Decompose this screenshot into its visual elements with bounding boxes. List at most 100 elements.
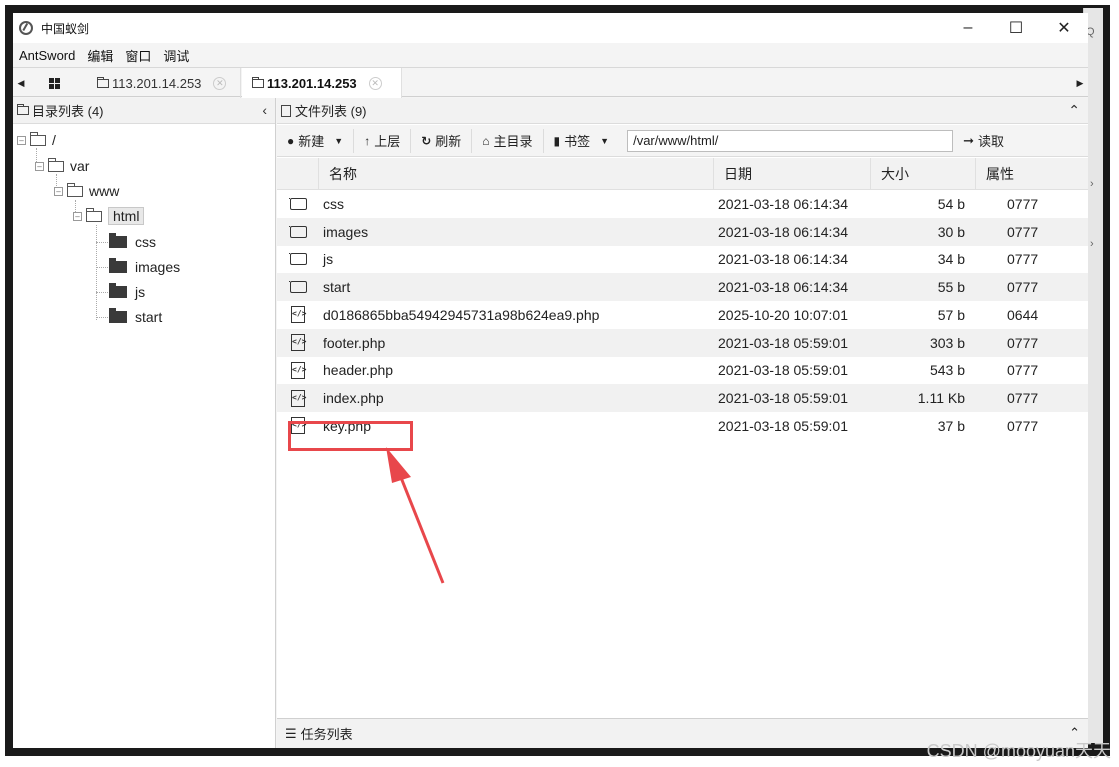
tree-node-www[interactable]: – www xyxy=(54,181,119,201)
file-name: header.php xyxy=(323,362,394,379)
read-button[interactable]: ➞ 读取 xyxy=(963,131,1004,150)
file-attr: 0777 xyxy=(1007,362,1039,379)
file-size: 1.11 Kb xyxy=(917,390,965,407)
folder-open-icon xyxy=(30,131,46,146)
file-date: 2021-03-18 06:14:34 xyxy=(718,195,848,212)
table-row[interactable]: </> footer.php 2021-03-18 05:59:01 303 b 077… xyxy=(277,328,1088,357)
antsword-window: 中国蚁剑 – ☐ ✕ AntSword 编辑 窗口 调试 ◀ 113.201.1… xyxy=(13,13,1088,748)
file-attr: 0777 xyxy=(1007,417,1039,434)
table-row[interactable]: start 2021-03-18 06:14:34 55 b 0777 xyxy=(277,273,1088,301)
folder-open-icon xyxy=(48,157,64,172)
column-attr[interactable]: 属性 xyxy=(976,158,1088,189)
collapse-icon[interactable]: – xyxy=(54,186,63,196)
file-date: 2021-03-18 06:14:34 xyxy=(718,251,848,268)
menu-bar: AntSword 编辑 窗口 调试 xyxy=(13,44,1088,66)
file-size: 303 b xyxy=(929,334,965,351)
folder-icon xyxy=(109,308,127,323)
directory-panel: 目录列表 (4) ‹ – / – var – www – html css im… xyxy=(13,98,276,748)
up-button[interactable]: ↑ 上层 xyxy=(354,128,412,153)
menu-debug[interactable]: 调试 xyxy=(157,46,195,65)
menu-edit[interactable]: 编辑 xyxy=(81,46,119,65)
tree-node-html[interactable]: – html xyxy=(73,206,145,226)
table-row[interactable]: </> header.php 2021-03-18 05:59:01 543 b 077… xyxy=(277,357,1088,385)
tree-node-css[interactable]: css xyxy=(109,232,156,252)
folder-icon xyxy=(289,281,307,294)
tab-scroll-left-icon[interactable]: ◀ xyxy=(13,68,29,98)
maximize-button[interactable]: ☐ xyxy=(992,13,1040,43)
tab-close-icon[interactable]: ✕ xyxy=(213,76,227,90)
table-row[interactable]: js 2021-03-18 06:14:34 34 b 0777 xyxy=(277,246,1088,274)
folder-icon xyxy=(289,197,307,210)
file-attr: 0644 xyxy=(1007,306,1039,323)
folder-icon xyxy=(289,225,307,238)
highlight-box xyxy=(288,421,413,451)
collapse-icon[interactable]: – xyxy=(73,211,82,221)
file-date: 2021-03-18 05:59:01 xyxy=(718,417,848,434)
menu-window[interactable]: 窗口 xyxy=(119,46,157,65)
tab-scroll-right-icon[interactable]: ▶ xyxy=(1072,68,1088,98)
collapse-icon[interactable]: – xyxy=(17,135,26,145)
file-name: index.php xyxy=(323,390,384,407)
chevron-right-icon: › xyxy=(1090,178,1094,190)
tree-node-images[interactable]: images xyxy=(109,257,180,277)
folder-icon xyxy=(17,104,29,115)
table-row[interactable]: css 2021-03-18 06:14:34 54 b 0777 xyxy=(277,190,1088,218)
file-date: 2021-03-18 06:14:34 xyxy=(718,279,848,296)
file-size: 543 b xyxy=(929,362,965,379)
antsword-logo-icon xyxy=(19,21,33,35)
column-name[interactable]: 名称 xyxy=(319,158,714,189)
table-row[interactable]: </> index.php 2021-03-18 05:59:01 1.11 Kb 07… xyxy=(277,384,1088,412)
file-date: 2021-03-18 05:59:01 xyxy=(718,334,848,351)
tree-node-var[interactable]: – var xyxy=(35,156,89,176)
file-attr: 0777 xyxy=(1007,195,1039,212)
chevron-right-icon: › xyxy=(1090,238,1094,250)
home-icon: ⌂ xyxy=(482,133,490,148)
directory-panel-header: 目录列表 (4) ‹ xyxy=(13,98,275,124)
tab-connection-1[interactable]: 113.201.14.253 ✕ xyxy=(87,68,241,98)
tab-close-icon[interactable]: ✕ xyxy=(368,76,382,90)
collapse-up-icon[interactable]: ⌃ xyxy=(1068,102,1080,119)
php-file-icon: </> xyxy=(291,306,306,324)
bookmark-icon: ▮ xyxy=(553,133,561,148)
caret-down-icon: ▼ xyxy=(600,135,610,146)
file-panel-header: 文件列表 (9) ⌃ xyxy=(277,98,1088,124)
tab-bar: ◀ 113.201.14.253 ✕ 113.201.14.253 ✕ ▶ xyxy=(13,67,1088,98)
file-name: footer.php xyxy=(323,334,386,351)
minimize-button[interactable]: – xyxy=(944,13,992,43)
new-button[interactable]: ● 新建 ▼ xyxy=(277,128,355,153)
folder-icon xyxy=(97,76,109,88)
file-date: 2021-03-18 05:59:01 xyxy=(718,362,848,379)
file-size: 30 b xyxy=(937,223,965,240)
home-button[interactable]: ⌂ 主目录 xyxy=(472,128,544,153)
tree-node-start[interactable]: start xyxy=(109,307,162,327)
tree-node-root[interactable]: – / xyxy=(17,130,56,150)
bookmark-button[interactable]: ▮ 书签 ▼ xyxy=(544,129,620,153)
file-attr: 0777 xyxy=(1007,251,1039,268)
tab-home[interactable] xyxy=(35,68,73,98)
tab-label: 113.201.14.253 xyxy=(112,75,202,91)
close-button[interactable]: ✕ xyxy=(1040,13,1088,43)
refresh-button[interactable]: ↻ 刷新 xyxy=(411,128,473,153)
column-date[interactable]: 日期 xyxy=(714,158,871,189)
title-bar: 中国蚁剑 – ☐ ✕ xyxy=(13,13,1088,43)
collapse-icon[interactable]: – xyxy=(35,161,44,171)
window-title: 中国蚁剑 xyxy=(41,21,90,36)
file-attr: 0777 xyxy=(1007,223,1039,240)
path-input[interactable] xyxy=(627,129,954,152)
file-size: 34 b xyxy=(937,251,965,268)
menu-antsword[interactable]: AntSword xyxy=(13,48,81,63)
table-row[interactable]: </> d0186865bba54942945731a98b624ea9.php 2… xyxy=(277,301,1088,329)
table-row[interactable]: images 2021-03-18 06:14:34 30 b 0777 xyxy=(277,217,1088,246)
column-size[interactable]: 大小 xyxy=(871,158,976,189)
list-icon: ☰ xyxy=(285,725,297,741)
php-file-icon: </> xyxy=(291,389,306,407)
file-size: 57 b xyxy=(937,306,965,323)
collapse-left-icon[interactable]: ‹ xyxy=(262,102,267,118)
folder-icon xyxy=(109,258,127,273)
folder-icon xyxy=(289,253,307,266)
plus-circle-icon: ● xyxy=(287,133,295,148)
tree-node-js[interactable]: js xyxy=(109,282,145,302)
file-attr: 0777 xyxy=(1007,279,1039,296)
file-size: 37 b xyxy=(937,417,965,434)
tab-connection-2[interactable]: 113.201.14.253 ✕ xyxy=(242,68,402,98)
